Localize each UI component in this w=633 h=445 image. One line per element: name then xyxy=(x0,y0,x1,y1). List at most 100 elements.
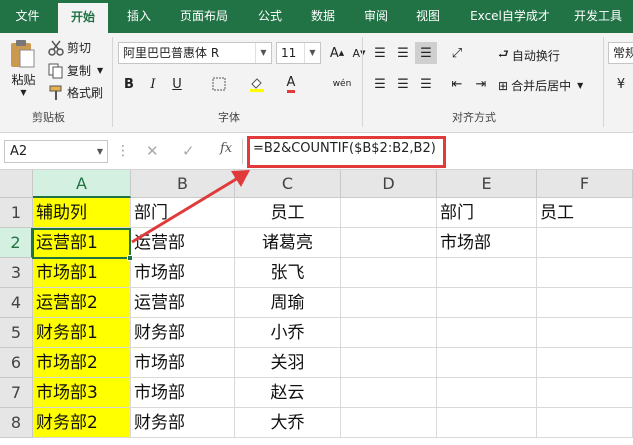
column-header-e[interactable]: E xyxy=(437,170,537,198)
cell-a7[interactable]: 市场部3 xyxy=(33,378,131,408)
cell-f4[interactable] xyxy=(537,288,633,318)
cell-d8[interactable] xyxy=(341,408,437,438)
column-header-c[interactable]: C xyxy=(235,170,341,198)
cell-d7[interactable] xyxy=(341,378,437,408)
insert-function-icon[interactable]: fx xyxy=(220,141,232,156)
phonetic-button[interactable]: wén xyxy=(328,73,356,95)
row-header-4[interactable]: 4 xyxy=(0,288,33,318)
cell-d4[interactable] xyxy=(341,288,437,318)
cell-c8[interactable]: 大乔 xyxy=(235,408,341,438)
cell-a5[interactable]: 财务部1 xyxy=(33,318,131,348)
row-header-3[interactable]: 3 xyxy=(0,258,33,288)
cell-b2[interactable]: 运营部 xyxy=(131,228,235,258)
cell-e5[interactable] xyxy=(437,318,537,348)
cell-f8[interactable] xyxy=(537,408,633,438)
currency-icon[interactable]: ¥ xyxy=(610,73,632,95)
cell-c5[interactable]: 小乔 xyxy=(235,318,341,348)
cell-f2[interactable] xyxy=(537,228,633,258)
cell-d5[interactable] xyxy=(341,318,437,348)
wrap-text-button[interactable]: ⮐ 自动换行 xyxy=(498,45,560,66)
cell-b1[interactable]: 部门 xyxy=(131,198,235,228)
tab-view[interactable]: 视图 xyxy=(404,0,452,33)
cell-b4[interactable]: 运营部 xyxy=(131,288,235,318)
font-size-combo[interactable]: 11 ▼ xyxy=(276,42,321,64)
cell-c1[interactable]: 员工 xyxy=(235,198,341,228)
column-header-f[interactable]: F xyxy=(537,170,633,198)
cell-f1[interactable]: 员工 xyxy=(537,198,633,228)
cell-c6[interactable]: 关羽 xyxy=(235,348,341,378)
row-header-7[interactable]: 7 xyxy=(0,378,33,408)
paste-button[interactable]: 粘贴 ▼ xyxy=(8,39,39,97)
tab-excel-learning[interactable]: Excel自学成才 xyxy=(460,0,560,33)
cell-e3[interactable] xyxy=(437,258,537,288)
cell-a1[interactable]: 辅助列 xyxy=(33,198,131,228)
cell-a8[interactable]: 财务部2 xyxy=(33,408,131,438)
cell-e1[interactable]: 部门 xyxy=(437,198,537,228)
tab-insert[interactable]: 插入 xyxy=(113,0,165,33)
cell-d2[interactable] xyxy=(341,228,437,258)
italic-button[interactable]: I xyxy=(142,73,164,95)
cell-a6[interactable]: 市场部2 xyxy=(33,348,131,378)
row-header-1[interactable]: 1 xyxy=(0,198,33,228)
tab-formulas[interactable]: 公式 xyxy=(246,0,294,33)
cell-d3[interactable] xyxy=(341,258,437,288)
tab-page-layout[interactable]: 页面布局 xyxy=(168,0,240,33)
select-all-corner[interactable] xyxy=(0,170,33,198)
cell-f5[interactable] xyxy=(537,318,633,348)
format-painter-button[interactable]: 格式刷 xyxy=(48,84,103,101)
tab-file[interactable]: 文件 xyxy=(0,0,55,33)
font-color-icon[interactable]: A xyxy=(280,73,302,95)
tab-review[interactable]: 审阅 xyxy=(352,0,400,33)
cell-e8[interactable] xyxy=(437,408,537,438)
font-name-combo[interactable]: 阿里巴巴普惠体 R ▼ xyxy=(118,42,272,64)
cell-e7[interactable] xyxy=(437,378,537,408)
indent-decrease-icon[interactable]: ⇤ xyxy=(446,73,468,95)
number-format-combo[interactable]: 常规 xyxy=(608,42,633,64)
cell-d6[interactable] xyxy=(341,348,437,378)
cell-c4[interactable]: 周瑜 xyxy=(235,288,341,318)
cell-f7[interactable] xyxy=(537,378,633,408)
cell-a3[interactable]: 市场部1 xyxy=(33,258,131,288)
align-right-icon[interactable]: ☰ xyxy=(415,73,437,95)
cancel-icon[interactable]: ✕ xyxy=(146,142,159,160)
cell-f3[interactable] xyxy=(537,258,633,288)
cell-f6[interactable] xyxy=(537,348,633,378)
align-middle-icon[interactable]: ☰ xyxy=(392,42,414,64)
cell-d1[interactable] xyxy=(341,198,437,228)
align-top-icon[interactable]: ☰ xyxy=(369,42,391,64)
cell-b7[interactable]: 市场部 xyxy=(131,378,235,408)
row-header-2[interactable]: 2 xyxy=(0,228,33,258)
cell-b6[interactable]: 市场部 xyxy=(131,348,235,378)
increase-font-icon[interactable]: A ▲ xyxy=(326,42,348,64)
name-box[interactable]: A2 ▼ xyxy=(4,140,108,163)
tab-data[interactable]: 数据 xyxy=(298,0,348,33)
align-center-icon[interactable]: ☰ xyxy=(392,73,414,95)
cell-e6[interactable] xyxy=(437,348,537,378)
borders-icon[interactable] xyxy=(208,73,230,95)
align-bottom-icon[interactable]: ☰ xyxy=(415,42,437,64)
cell-c7[interactable]: 赵云 xyxy=(235,378,341,408)
cell-a4[interactable]: 运营部2 xyxy=(33,288,131,318)
cell-b5[interactable]: 财务部 xyxy=(131,318,235,348)
decrease-font-icon[interactable]: A▼ xyxy=(348,42,370,64)
column-header-b[interactable]: B xyxy=(131,170,235,198)
cut-button[interactable]: 剪切 xyxy=(48,39,91,56)
confirm-icon[interactable]: ✓ xyxy=(182,142,195,160)
indent-increase-icon[interactable]: ⇥ xyxy=(470,73,492,95)
merge-center-button[interactable]: ⊞ 合并后居中 ▼ xyxy=(498,77,583,94)
row-header-6[interactable]: 6 xyxy=(0,348,33,378)
bold-button[interactable]: B xyxy=(118,73,140,95)
fill-handle[interactable] xyxy=(127,255,133,261)
tab-home[interactable]: 开始 xyxy=(58,3,108,33)
cell-a2[interactable]: 运营部1 xyxy=(33,228,131,258)
row-header-8[interactable]: 8 xyxy=(0,408,33,438)
cell-b3[interactable]: 市场部 xyxy=(131,258,235,288)
underline-button[interactable]: U xyxy=(166,73,188,95)
cell-c3[interactable]: 张飞 xyxy=(235,258,341,288)
cell-e4[interactable] xyxy=(437,288,537,318)
row-header-5[interactable]: 5 xyxy=(0,318,33,348)
column-header-a[interactable]: A xyxy=(33,170,131,198)
column-header-d[interactable]: D xyxy=(341,170,437,198)
cell-b8[interactable]: 财务部 xyxy=(131,408,235,438)
align-left-icon[interactable]: ☰ xyxy=(369,73,391,95)
